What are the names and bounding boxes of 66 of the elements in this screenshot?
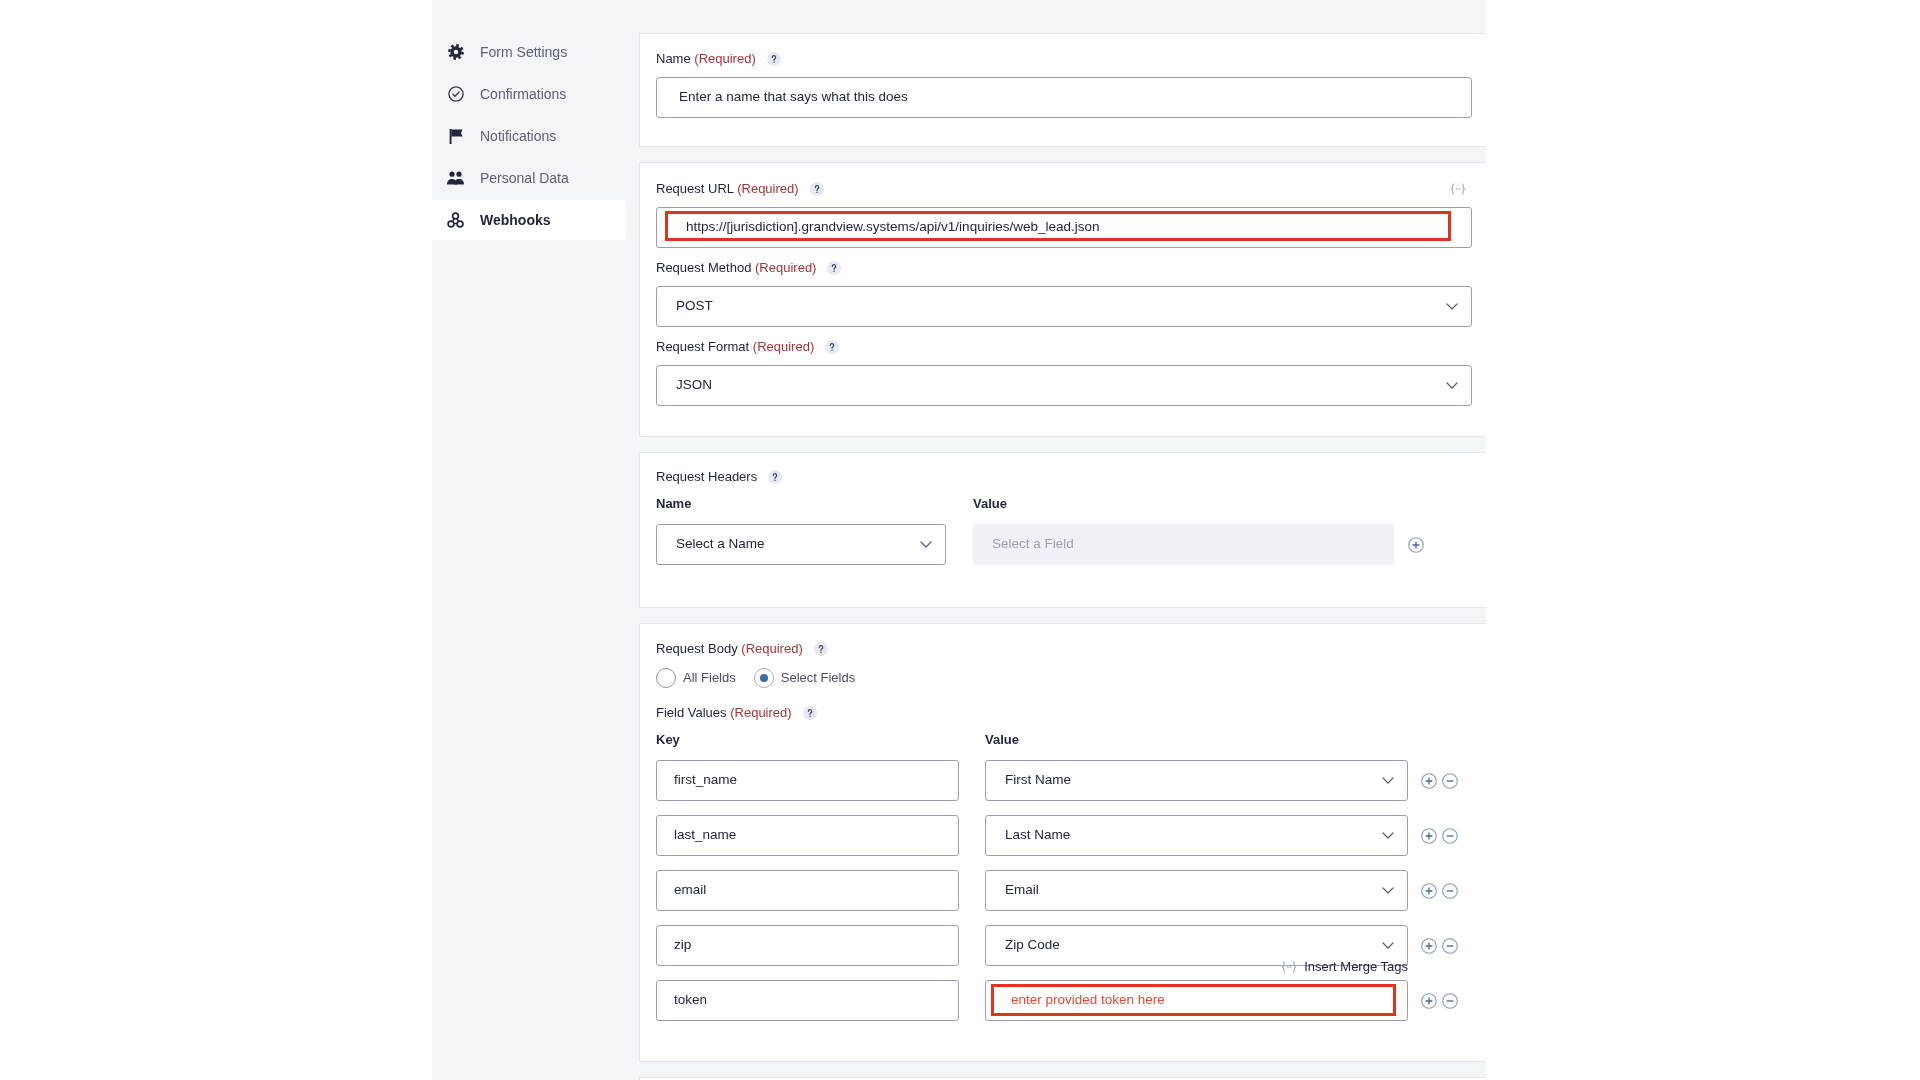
field-label: Request Format (Required)	[656, 338, 815, 357]
help-icon[interactable]	[813, 642, 828, 656]
minus-circle-icon[interactable]	[1442, 882, 1458, 899]
radio-button[interactable]	[753, 668, 774, 688]
help-icon[interactable]	[802, 706, 817, 720]
value-select[interactable]: Last Name	[985, 815, 1408, 856]
plus-circle-icon[interactable]	[1421, 882, 1437, 899]
help-icon[interactable]	[809, 182, 824, 196]
chevron-down-icon	[920, 541, 932, 548]
column-header: Value	[985, 731, 1019, 750]
flag-icon	[447, 128, 464, 144]
value-select[interactable]: First Name	[985, 760, 1408, 801]
name-select[interactable]: Select a Name	[656, 524, 946, 565]
minus-circle-icon[interactable]	[1442, 772, 1458, 789]
gear-icon	[447, 44, 464, 60]
chevron-down-icon	[1382, 887, 1394, 894]
field-label: Request Headers	[656, 468, 758, 487]
field-label: Name (Required)	[656, 50, 756, 69]
sidebar-item[interactable]: Notifications	[432, 116, 626, 156]
help-icon[interactable]	[825, 340, 840, 354]
url-input[interactable]: https://[jurisdiction].grandview.systems/api/v1/inquiries/web_lead.json	[656, 207, 1472, 248]
method-select[interactable]: POST	[656, 286, 1472, 327]
minus-circle-icon[interactable]	[1442, 992, 1458, 1009]
sidebar-item[interactable]: Webhooks	[432, 200, 626, 240]
plus-circle-icon[interactable]	[1421, 827, 1437, 844]
radio-button[interactable]	[656, 668, 676, 688]
sidebar-item[interactable]: Personal Data	[432, 158, 626, 198]
plus-circle-icon[interactable]	[1421, 992, 1437, 1009]
key-input[interactable]: zip	[656, 925, 959, 966]
sidebar-item[interactable]: Form Settings	[432, 32, 626, 72]
field-label: Request URL (Required)	[656, 180, 799, 199]
chevron-down-icon	[1446, 382, 1458, 389]
minus-circle-icon[interactable]	[1442, 827, 1458, 844]
field-label: Field Values (Required)	[656, 704, 792, 723]
column-header: Value	[973, 495, 1007, 514]
radio-label[interactable]: Select Fields	[780, 668, 856, 688]
field-label: Request Method (Required)	[656, 259, 817, 278]
format-select[interactable]: JSON	[656, 365, 1472, 406]
plus-circle-icon[interactable]	[1408, 536, 1424, 553]
column-header: Key	[656, 731, 681, 750]
chevron-down-icon	[1446, 303, 1458, 310]
key-input[interactable]: token	[656, 980, 959, 1021]
braces-icon[interactable]	[1450, 183, 1466, 195]
check-circle-icon	[447, 86, 464, 102]
help-icon[interactable]	[827, 261, 842, 275]
column-header: Name	[656, 495, 693, 514]
field-label: Request Body (Required)	[656, 640, 803, 659]
chevron-down-icon	[1382, 777, 1394, 784]
key-input[interactable]: email	[656, 870, 959, 911]
help-icon[interactable]	[766, 52, 781, 66]
name-input[interactable]: Enter a name that says what this does	[656, 77, 1472, 118]
braces-icon[interactable]	[1281, 961, 1298, 973]
help-icon[interactable]	[768, 470, 783, 484]
minus-circle-icon[interactable]	[1442, 937, 1458, 954]
sidebar-item[interactable]: Confirmations	[432, 74, 626, 114]
plus-circle-icon[interactable]	[1421, 937, 1437, 954]
chevron-down-icon	[1382, 832, 1394, 839]
value-input[interactable]: enter provided token here	[985, 980, 1408, 1021]
two-people-icon	[447, 171, 464, 185]
value-select[interactable]: Email	[985, 870, 1408, 911]
chevron-down-icon	[1382, 942, 1394, 949]
key-input[interactable]: last_name	[656, 815, 959, 856]
key-input[interactable]: first_name	[656, 760, 959, 801]
plus-circle-icon[interactable]	[1421, 772, 1437, 789]
radio-label[interactable]: All Fields	[683, 668, 736, 688]
linked-circles-icon	[447, 212, 464, 228]
